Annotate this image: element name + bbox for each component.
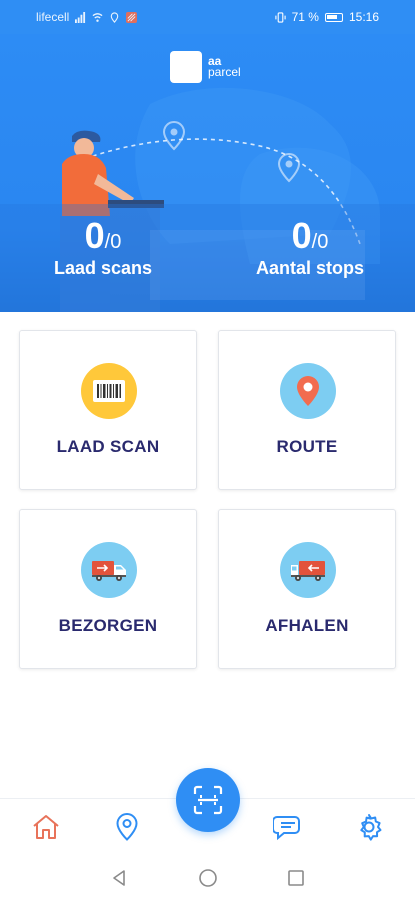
pickup-truck-icon (280, 542, 336, 598)
afhalen-label: AFHALEN (265, 616, 349, 635)
aantal-stops-stat: 0/0 Aantal stops (225, 216, 395, 279)
status-bar: lifecell 71 % 15:16 (0, 0, 415, 34)
chat-icon[interactable] (272, 811, 304, 843)
scan-button[interactable] (176, 768, 240, 832)
laad-scan-label: LAAD SCAN (56, 437, 160, 456)
scan-icon (193, 785, 223, 815)
map-pin-icon (280, 363, 336, 419)
app-notification-icon (126, 11, 138, 23)
app-screen: lifecell 71 % 15:16 aa parcel 0/0 Laad s… (0, 0, 415, 900)
hero-banner: aa parcel 0/0 Laad scans 0/0 Aantal stop… (0, 34, 415, 312)
delivery-truck-icon (81, 542, 137, 598)
home-circle-icon[interactable] (198, 868, 218, 888)
carrier-name: lifecell (36, 10, 70, 24)
system-navigation (0, 856, 415, 900)
recents-icon[interactable] (286, 868, 306, 888)
home-icon[interactable] (30, 811, 62, 843)
bezorgen-card[interactable]: BEZORGEN (19, 509, 197, 669)
battery-percent: 71 % (291, 10, 319, 24)
settings-icon[interactable] (353, 811, 385, 843)
laad-scans-count: 0 (84, 215, 105, 256)
location-icon[interactable] (111, 811, 143, 843)
laad-scans-total: /0 (104, 231, 122, 253)
bezorgen-label: BEZORGEN (58, 616, 158, 635)
aantal-stops-label: Aantal stops (255, 258, 365, 278)
logo-text-line2: parcel (208, 65, 241, 79)
afhalen-card[interactable]: AFHALEN (218, 509, 396, 669)
back-icon[interactable] (110, 868, 130, 888)
aa-parcel-logo: aa parcel (170, 51, 241, 83)
laad-scan-card[interactable]: LAAD SCAN (19, 330, 197, 490)
battery-icon (324, 12, 343, 22)
logo-mark (170, 51, 202, 83)
clock: 15:16 (348, 10, 379, 24)
aantal-stops-total: /0 (311, 231, 329, 253)
signal-icon (75, 11, 86, 23)
laad-scans-stat: 0/0 Laad scans (18, 216, 188, 279)
laad-scans-label: Laad scans (53, 258, 153, 278)
aantal-stops-count: 0 (291, 215, 312, 256)
wifi-icon (92, 12, 103, 22)
vibrate-icon (274, 11, 286, 23)
barcode-icon (81, 363, 137, 419)
route-label: ROUTE (276, 437, 338, 456)
location-status-icon (111, 11, 119, 23)
route-card[interactable]: ROUTE (218, 330, 396, 490)
